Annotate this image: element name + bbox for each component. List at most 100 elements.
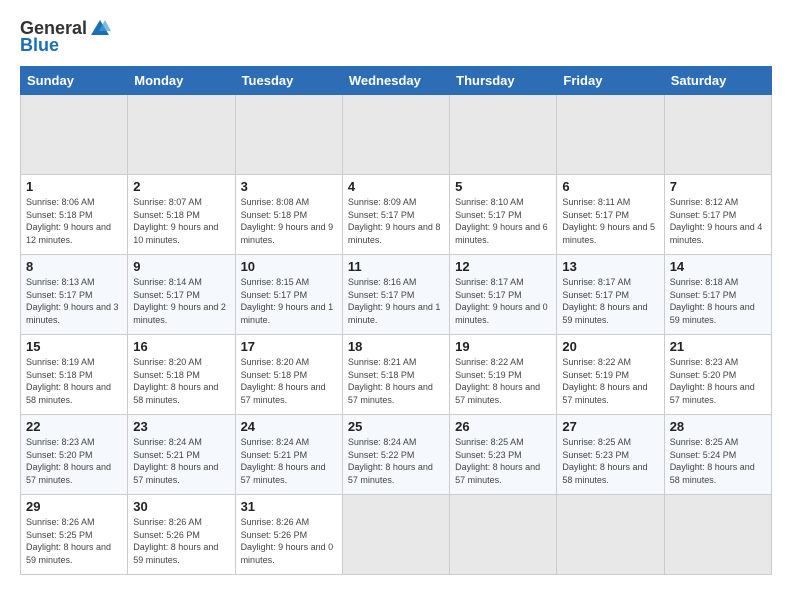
calendar-cell: 29 Sunrise: 8:26 AMSunset: 5:25 PMDayligh… (21, 495, 128, 575)
day-number: 15 (26, 339, 122, 354)
day-number: 18 (348, 339, 444, 354)
day-number: 13 (562, 259, 658, 274)
day-info: Sunrise: 8:22 AMSunset: 5:19 PMDaylight:… (562, 356, 658, 406)
day-number: 22 (26, 419, 122, 434)
calendar-cell: 19Sunrise: 8:22 AMSunset: 5:19 PMDayligh… (450, 335, 557, 415)
calendar-cell: 4 Sunrise: 8:09 AMSunset: 5:17 PMDaylight… (342, 175, 449, 255)
day-number: 25 (348, 419, 444, 434)
calendar-cell (342, 495, 449, 575)
day-number: 21 (670, 339, 766, 354)
calendar-cell (235, 95, 342, 175)
day-info: Sunrise: 8:11 AMSunset: 5:17 PMDaylight:… (562, 196, 658, 246)
day-number: 4 (348, 179, 444, 194)
calendar-cell: 11 Sunrise: 8:16 AMSunset: 5:17 PMDayligh… (342, 255, 449, 335)
calendar-cell: 23 Sunrise: 8:24 AMSunset: 5:21 PMDayligh… (128, 415, 235, 495)
day-number: 17 (241, 339, 337, 354)
day-info: Sunrise: 8:24 AMSunset: 5:22 PMDaylight:… (348, 436, 444, 486)
calendar-cell: 30 Sunrise: 8:26 AMSunset: 5:26 PMDayligh… (128, 495, 235, 575)
calendar-cell: 8 Sunrise: 8:13 AMSunset: 5:17 PMDaylight… (21, 255, 128, 335)
day-info: Sunrise: 8:13 AMSunset: 5:17 PMDaylight:… (26, 276, 122, 326)
day-number: 20 (562, 339, 658, 354)
calendar-cell: 22Sunrise: 8:23 AMSunset: 5:20 PMDayligh… (21, 415, 128, 495)
day-info: Sunrise: 8:25 AMSunset: 5:23 PMDaylight:… (562, 436, 658, 486)
calendar-cell: 7 Sunrise: 8:12 AMSunset: 5:17 PMDaylight… (664, 175, 771, 255)
logo-icon (89, 17, 111, 39)
calendar-cell (557, 95, 664, 175)
calendar-cell: 27Sunrise: 8:25 AMSunset: 5:23 PMDayligh… (557, 415, 664, 495)
day-info: Sunrise: 8:06 AMSunset: 5:18 PMDaylight:… (26, 196, 122, 246)
calendar-cell (342, 95, 449, 175)
day-info: Sunrise: 8:24 AMSunset: 5:21 PMDaylight:… (133, 436, 229, 486)
day-number: 24 (241, 419, 337, 434)
day-info: Sunrise: 8:26 AMSunset: 5:25 PMDaylight:… (26, 516, 122, 566)
day-info: Sunrise: 8:08 AMSunset: 5:18 PMDaylight:… (241, 196, 337, 246)
calendar-cell: 28 Sunrise: 8:25 AMSunset: 5:24 PMDayligh… (664, 415, 771, 495)
day-number: 2 (133, 179, 229, 194)
calendar-cell: 14 Sunrise: 8:18 AMSunset: 5:17 PMDayligh… (664, 255, 771, 335)
day-info: Sunrise: 8:12 AMSunset: 5:17 PMDaylight:… (670, 196, 766, 246)
day-info: Sunrise: 8:23 AMSunset: 5:20 PMDaylight:… (670, 356, 766, 406)
col-header-tuesday: Tuesday (235, 67, 342, 95)
day-info: Sunrise: 8:14 AMSunset: 5:17 PMDaylight:… (133, 276, 229, 326)
day-info: Sunrise: 8:09 AMSunset: 5:17 PMDaylight:… (348, 196, 444, 246)
calendar-table: SundayMondayTuesdayWednesdayThursdayFrid… (20, 66, 772, 575)
day-number: 8 (26, 259, 122, 274)
calendar-cell: 5 Sunrise: 8:10 AMSunset: 5:17 PMDaylight… (450, 175, 557, 255)
day-number: 31 (241, 499, 337, 514)
calendar-cell: 3 Sunrise: 8:08 AMSunset: 5:18 PMDaylight… (235, 175, 342, 255)
day-number: 7 (670, 179, 766, 194)
day-info: Sunrise: 8:22 AMSunset: 5:19 PMDaylight:… (455, 356, 551, 406)
calendar-cell: 24Sunrise: 8:24 AMSunset: 5:21 PMDayligh… (235, 415, 342, 495)
day-info: Sunrise: 8:18 AMSunset: 5:17 PMDaylight:… (670, 276, 766, 326)
calendar-cell: 12 Sunrise: 8:17 AMSunset: 5:17 PMDayligh… (450, 255, 557, 335)
day-info: Sunrise: 8:10 AMSunset: 5:17 PMDaylight:… (455, 196, 551, 246)
day-info: Sunrise: 8:20 AMSunset: 5:18 PMDaylight:… (241, 356, 337, 406)
day-number: 28 (670, 419, 766, 434)
day-number: 11 (348, 259, 444, 274)
logo: General Blue (20, 18, 111, 56)
day-number: 26 (455, 419, 551, 434)
calendar-cell: 17 Sunrise: 8:20 AMSunset: 5:18 PMDayligh… (235, 335, 342, 415)
calendar-cell (128, 95, 235, 175)
calendar-cell (450, 495, 557, 575)
col-header-monday: Monday (128, 67, 235, 95)
day-number: 29 (26, 499, 122, 514)
day-number: 14 (670, 259, 766, 274)
day-info: Sunrise: 8:15 AMSunset: 5:17 PMDaylight:… (241, 276, 337, 326)
day-info: Sunrise: 8:19 AMSunset: 5:18 PMDaylight:… (26, 356, 122, 406)
calendar-cell: 2 Sunrise: 8:07 AMSunset: 5:18 PMDaylight… (128, 175, 235, 255)
day-number: 10 (241, 259, 337, 274)
day-info: Sunrise: 8:16 AMSunset: 5:17 PMDaylight:… (348, 276, 444, 326)
day-info: Sunrise: 8:17 AMSunset: 5:17 PMDaylight:… (455, 276, 551, 326)
day-info: Sunrise: 8:21 AMSunset: 5:18 PMDaylight:… (348, 356, 444, 406)
day-number: 9 (133, 259, 229, 274)
logo-blue-text: Blue (20, 35, 59, 56)
day-number: 30 (133, 499, 229, 514)
calendar-cell (450, 95, 557, 175)
day-info: Sunrise: 8:26 AMSunset: 5:26 PMDaylight:… (241, 516, 337, 566)
calendar-cell: 13 Sunrise: 8:17 AMSunset: 5:17 PMDayligh… (557, 255, 664, 335)
calendar-cell: 21 Sunrise: 8:23 AMSunset: 5:20 PMDayligh… (664, 335, 771, 415)
day-number: 5 (455, 179, 551, 194)
calendar-cell (664, 95, 771, 175)
day-info: Sunrise: 8:26 AMSunset: 5:26 PMDaylight:… (133, 516, 229, 566)
calendar-cell: 15 Sunrise: 8:19 AMSunset: 5:18 PMDayligh… (21, 335, 128, 415)
calendar-cell: 9 Sunrise: 8:14 AMSunset: 5:17 PMDaylight… (128, 255, 235, 335)
col-header-sunday: Sunday (21, 67, 128, 95)
col-header-friday: Friday (557, 67, 664, 95)
calendar-cell: 6Sunrise: 8:11 AMSunset: 5:17 PMDaylight… (557, 175, 664, 255)
day-number: 3 (241, 179, 337, 194)
day-info: Sunrise: 8:25 AMSunset: 5:24 PMDaylight:… (670, 436, 766, 486)
calendar-cell: 26 Sunrise: 8:25 AMSunset: 5:23 PMDayligh… (450, 415, 557, 495)
col-header-wednesday: Wednesday (342, 67, 449, 95)
day-number: 16 (133, 339, 229, 354)
calendar-cell: 18 Sunrise: 8:21 AMSunset: 5:18 PMDayligh… (342, 335, 449, 415)
header: General Blue (20, 18, 772, 56)
calendar-cell (557, 495, 664, 575)
day-info: Sunrise: 8:25 AMSunset: 5:23 PMDaylight:… (455, 436, 551, 486)
day-number: 12 (455, 259, 551, 274)
calendar-cell: 16Sunrise: 8:20 AMSunset: 5:18 PMDayligh… (128, 335, 235, 415)
day-info: Sunrise: 8:17 AMSunset: 5:17 PMDaylight:… (562, 276, 658, 326)
day-info: Sunrise: 8:07 AMSunset: 5:18 PMDaylight:… (133, 196, 229, 246)
day-number: 23 (133, 419, 229, 434)
